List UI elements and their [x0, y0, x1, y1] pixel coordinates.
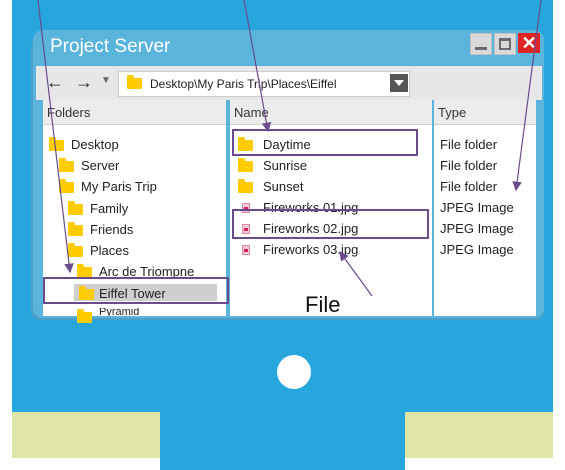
callout-arrows: [37, 0, 542, 297]
file-callout-label: File: [305, 292, 341, 317]
folder-callout-arrow: [243, 0, 272, 133]
type-callout-arrow: [512, 0, 542, 192]
file-callout-arrow: [339, 251, 373, 297]
tree-callout-arrow: [37, 0, 74, 274]
